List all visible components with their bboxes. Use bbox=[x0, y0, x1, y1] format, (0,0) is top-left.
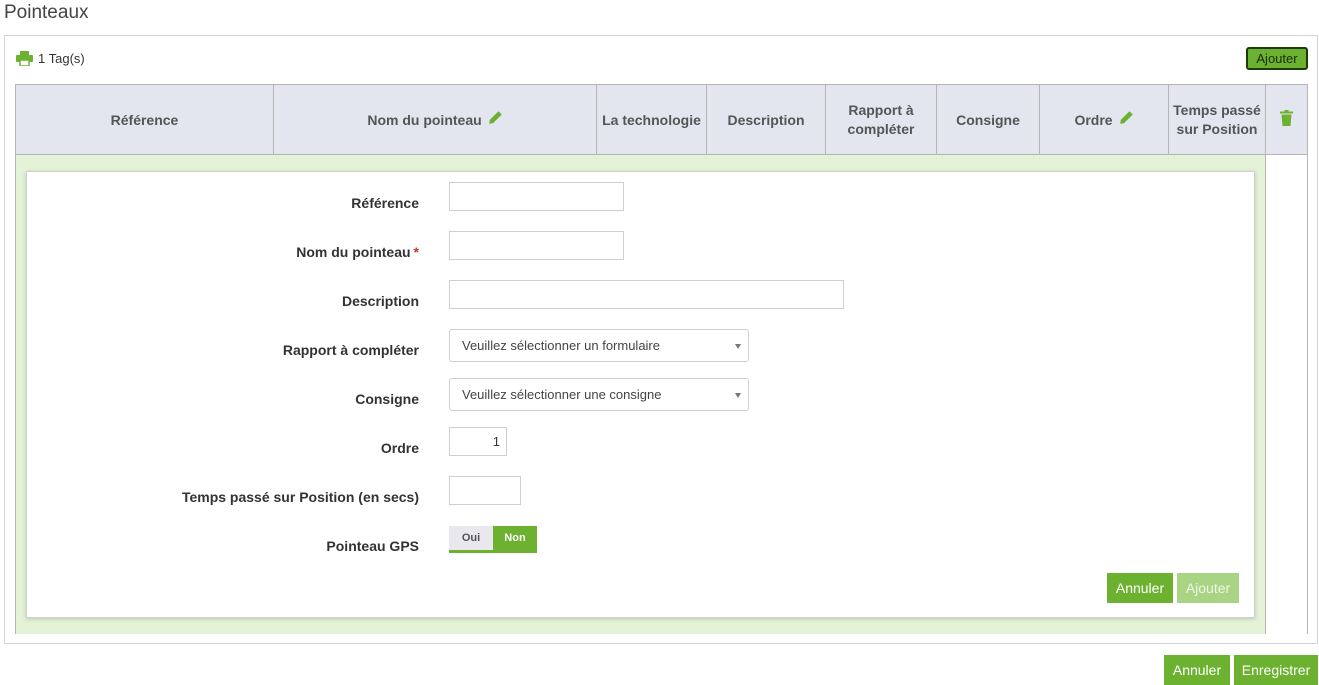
cancel-button[interactable]: Annuler bbox=[1164, 655, 1230, 685]
nom-label: Nom du pointeau * bbox=[296, 244, 419, 260]
description-input[interactable] bbox=[449, 280, 844, 309]
column-header-nom[interactable]: Nom du pointeau bbox=[274, 85, 597, 155]
gps-toggle: Oui Non bbox=[449, 526, 537, 553]
gps-label: Pointeau GPS bbox=[326, 538, 419, 554]
column-header-consigne[interactable]: Consigne bbox=[937, 85, 1040, 155]
consigne-select[interactable]: Veuillez sélectionner une consigne bbox=[449, 378, 749, 411]
column-header-description[interactable]: Description bbox=[707, 85, 826, 155]
edit-row: Référence Nom du pointeau * Description R… bbox=[16, 155, 1266, 634]
pencil-icon[interactable] bbox=[488, 110, 503, 130]
ordre-label: Ordre bbox=[380, 440, 419, 456]
delete-column-cell bbox=[1266, 155, 1307, 634]
pointeaux-grid: Référence Nom du pointeau La technologie… bbox=[15, 84, 1308, 634]
form-add-button[interactable]: Ajouter bbox=[1177, 573, 1239, 603]
column-header-ordre[interactable]: Ordre bbox=[1040, 85, 1169, 155]
required-mark: * bbox=[413, 244, 419, 260]
rapport-select[interactable]: Veuillez sélectionner un formulaire bbox=[449, 329, 749, 362]
ordre-input[interactable] bbox=[449, 427, 507, 456]
tag-count: 1 Tag(s) bbox=[38, 51, 85, 66]
pencil-icon[interactable] bbox=[1119, 110, 1134, 130]
temps-input[interactable] bbox=[449, 476, 521, 505]
reference-label: Référence bbox=[351, 195, 419, 211]
nom-input[interactable] bbox=[449, 231, 624, 260]
column-header-reference[interactable]: Référence bbox=[16, 85, 274, 155]
consigne-label: Consigne bbox=[355, 391, 419, 407]
temps-label: Temps passé sur Position (en secs) bbox=[181, 489, 419, 505]
gps-oui-option[interactable]: Oui bbox=[449, 526, 493, 550]
trash-icon[interactable] bbox=[1280, 109, 1293, 131]
page-title: Pointeaux bbox=[4, 2, 89, 23]
column-header-temps[interactable]: Temps passé sur Position bbox=[1169, 85, 1266, 155]
print-icon[interactable] bbox=[16, 51, 33, 66]
gps-non-option[interactable]: Non bbox=[493, 526, 537, 550]
description-label: Description bbox=[341, 293, 419, 309]
save-button[interactable]: Enregistrer bbox=[1234, 655, 1318, 685]
rapport-label: Rapport à compléter bbox=[282, 342, 419, 358]
pointeau-form: Référence Nom du pointeau * Description R… bbox=[26, 171, 1255, 618]
reference-input[interactable] bbox=[449, 182, 624, 211]
chevron-down-icon bbox=[735, 393, 741, 398]
grid-header: Référence Nom du pointeau La technologie… bbox=[16, 85, 1307, 155]
form-cancel-button[interactable]: Annuler bbox=[1107, 573, 1173, 603]
column-header-rapport[interactable]: Rapport à compléter bbox=[826, 85, 937, 155]
column-header-technologie[interactable]: La technologie bbox=[597, 85, 707, 155]
add-tag-button[interactable]: Ajouter bbox=[1246, 47, 1308, 70]
column-header-delete bbox=[1266, 85, 1307, 155]
toolbar: 1 Tag(s) bbox=[16, 51, 85, 66]
chevron-down-icon bbox=[735, 344, 741, 349]
pointeaux-panel: 1 Tag(s) Ajouter Référence Nom du pointe… bbox=[4, 35, 1318, 644]
